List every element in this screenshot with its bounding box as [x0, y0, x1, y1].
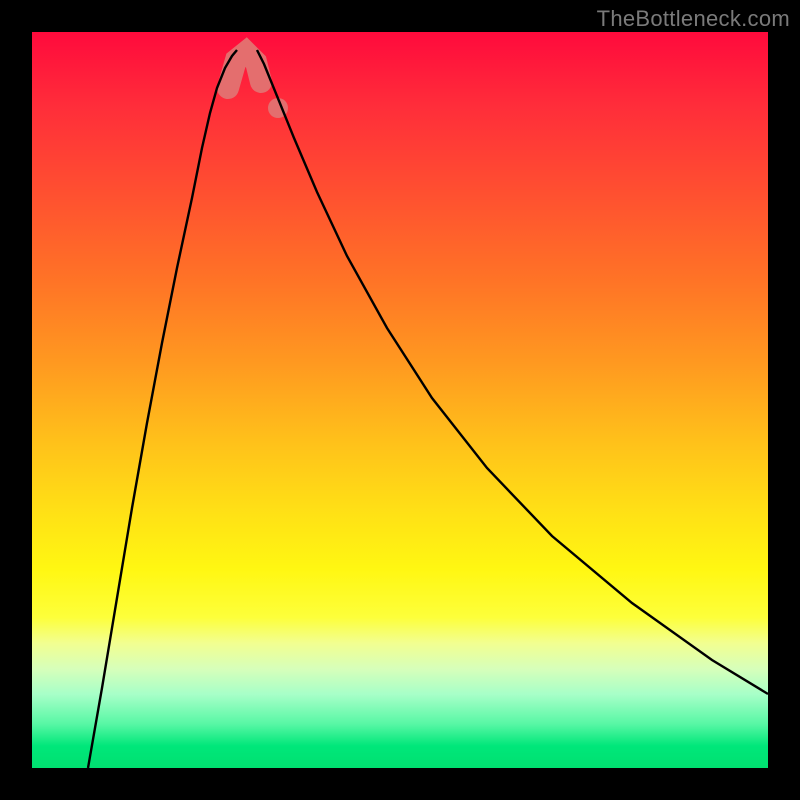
curve-layer	[32, 32, 768, 768]
left-curve	[88, 50, 237, 768]
plot-area	[32, 32, 768, 768]
chart-frame: TheBottleneck.com	[0, 0, 800, 800]
watermark-text: TheBottleneck.com	[597, 6, 790, 32]
right-curve	[257, 50, 768, 694]
highlight-worm	[228, 52, 261, 88]
